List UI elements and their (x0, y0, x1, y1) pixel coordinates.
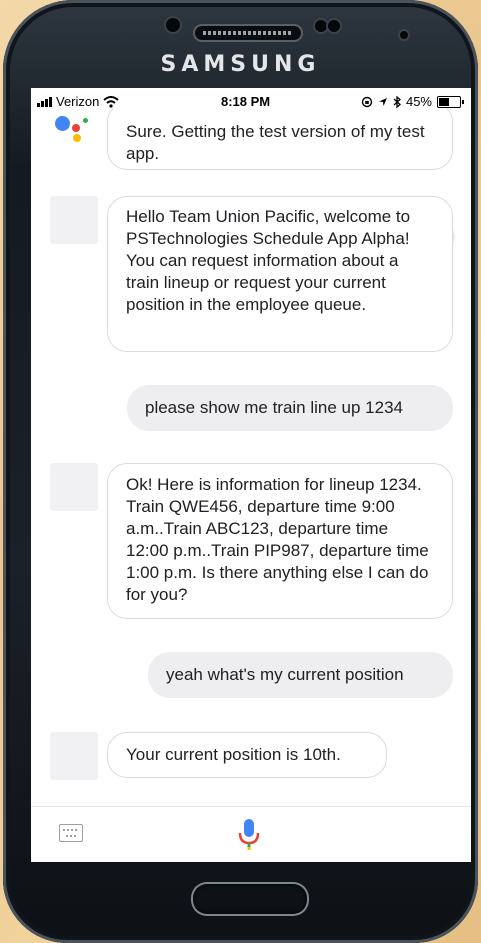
brand-logo: SAMSUNG (160, 52, 321, 77)
camera-icon (166, 18, 180, 32)
input-bar (31, 806, 471, 862)
status-bar: Verizon 8:18 PM 45% (31, 88, 471, 114)
battery-percent: 45% (405, 94, 432, 109)
sensor-icon (315, 20, 327, 32)
carrier-label: Verizon (56, 94, 100, 109)
signal-icon (37, 96, 52, 107)
battery-icon (437, 95, 464, 108)
phone-frame: SAMSUNG Verizon 8:18 PM 45% Sure. Gettin… (3, 0, 478, 943)
earpiece-speaker (195, 26, 301, 40)
assistant-message: Hello Team Union Pacific, welcome to PST… (107, 196, 453, 352)
wifi-icon (103, 95, 120, 108)
keyboard-icon[interactable] (59, 824, 83, 842)
message-text: Sure. Getting the test version of my tes… (126, 122, 425, 163)
clock: 8:18 PM (221, 94, 271, 109)
sensor-icon (328, 20, 340, 32)
assistant-message: Ok! Here is information for lineup 1234.… (107, 463, 453, 619)
location-icon (378, 97, 387, 106)
front-camera-icon (400, 31, 408, 39)
assistant-message: Your current position is 10th. (107, 732, 387, 778)
user-message: yeah what's my current position (148, 652, 453, 698)
google-assistant-icon (55, 112, 89, 142)
rotation-lock-icon (361, 96, 373, 107)
bluetooth-icon (393, 95, 401, 108)
assistant-avatar (50, 732, 98, 780)
screen: Verizon 8:18 PM 45% Sure. Getting the te… (31, 88, 471, 862)
message-text: please show me train line up 1234 (145, 398, 403, 417)
status-right: 45% (361, 94, 464, 109)
assistant-avatar (50, 463, 98, 511)
message-text: Hello Team Union Pacific, welcome to PST… (126, 207, 411, 314)
assistant-avatar (50, 196, 98, 244)
message-text: Ok! Here is information for lineup 1234.… (126, 475, 429, 604)
microphone-icon[interactable] (236, 817, 262, 853)
carrier-group: Verizon (37, 94, 120, 109)
message-text: Your current position is 10th. (126, 745, 341, 764)
user-message: please show me train line up 1234 (127, 385, 453, 431)
home-button[interactable] (193, 884, 307, 914)
message-text: yeah what's my current position (166, 665, 404, 684)
